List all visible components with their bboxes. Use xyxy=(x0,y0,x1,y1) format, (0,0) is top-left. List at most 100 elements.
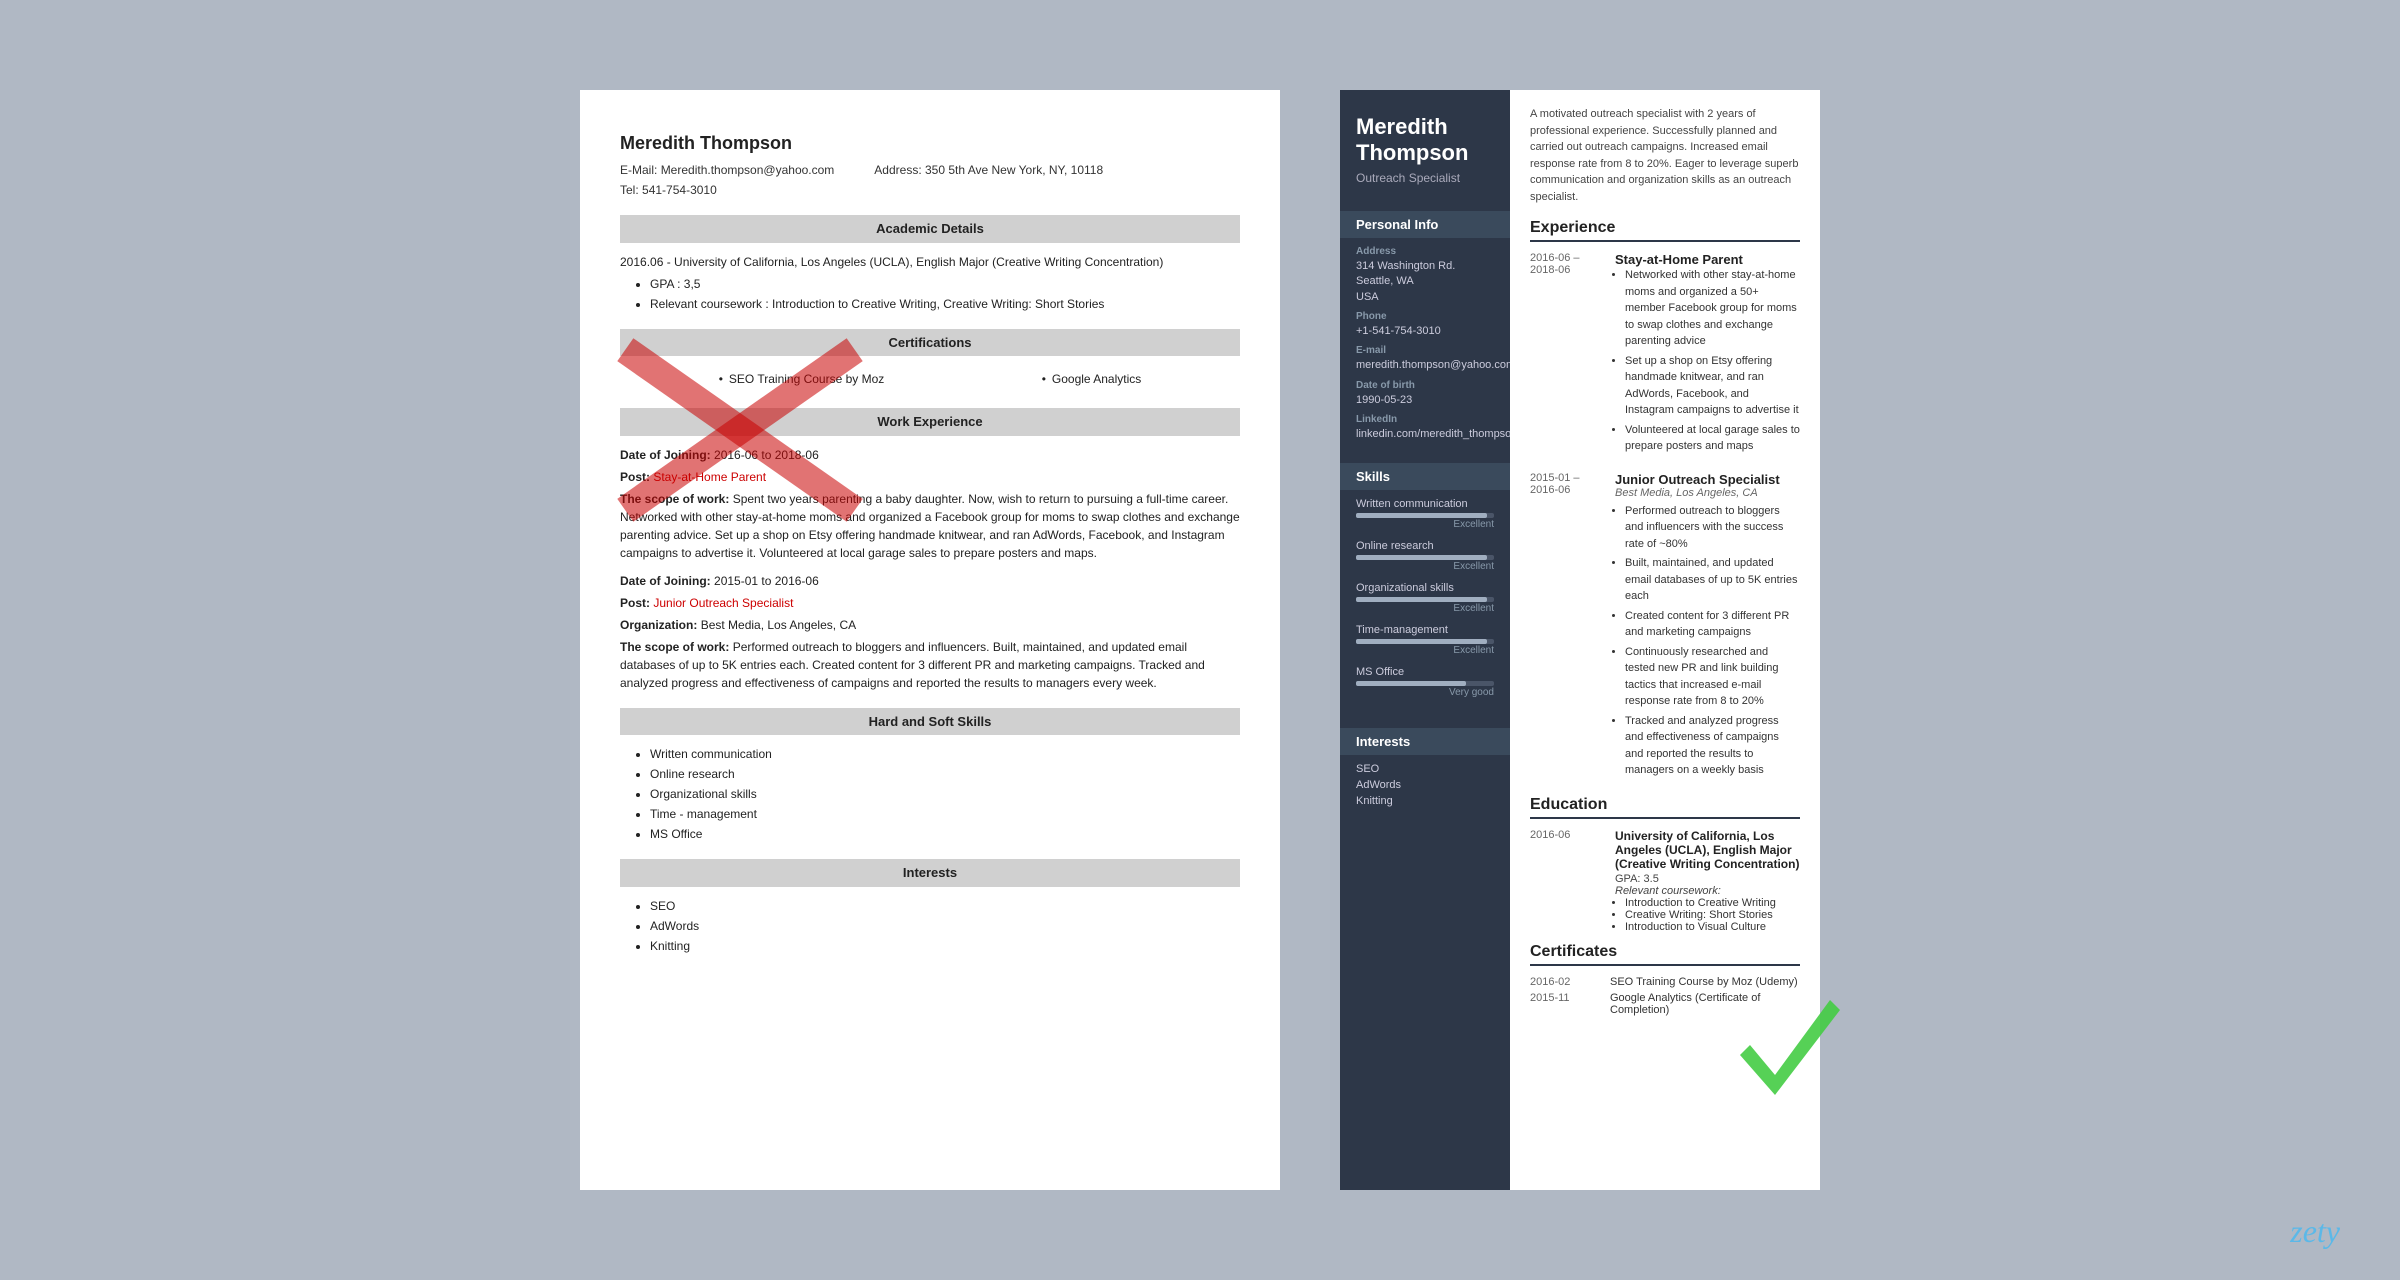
skills-section: Hard and Soft Skills Written communicati… xyxy=(620,708,1240,844)
exp-item-1: 2016-06 –2018-06 Stay-at-Home Parent Net… xyxy=(1530,252,1800,458)
linkedin-value: linkedin.com/meredith_thompson1 xyxy=(1356,427,1494,442)
right-main-content: A motivated outreach specialist with 2 y… xyxy=(1510,90,1820,1190)
work-header: Work Experience xyxy=(620,408,1240,436)
left-address: Address: 350 5th Ave New York, NY, 10118 xyxy=(874,161,1103,179)
cert2-name: Google Analytics (Certificate of Complet… xyxy=(1610,992,1800,1016)
skill-bar-time: Time-management Excellent xyxy=(1356,624,1494,656)
exp1-title: Stay-at-Home Parent xyxy=(1615,252,1800,267)
cert-item-2: 2015-11 Google Analytics (Certificate of… xyxy=(1530,992,1800,1016)
interest-sidebar-1: SEO xyxy=(1356,763,1494,775)
job1-scope: The scope of work: Spent two years paren… xyxy=(620,490,1240,562)
skills-list: Written communication Online research Or… xyxy=(650,745,1240,843)
job2-org: Organization: Best Media, Los Angeles, C… xyxy=(620,616,1240,634)
email-label: E-Mail: xyxy=(620,163,657,177)
job2-scope: The scope of work: Performed outreach to… xyxy=(620,638,1240,692)
certifications-section: Certifications SEO Training Course by Mo… xyxy=(620,329,1240,393)
dob-value: 1990-05-23 xyxy=(1356,393,1494,408)
exp1-dates: 2016-06 –2018-06 xyxy=(1530,252,1610,276)
right-resume-wrapper: Meredith Thompson Outreach Specialist Pe… xyxy=(1340,90,1820,1190)
skills-header: Hard and Soft Skills xyxy=(620,708,1240,736)
certs-row: SEO Training Course by Moz Google Analyt… xyxy=(620,366,1240,392)
academic-coursework: Relevant coursework : Introduction to Cr… xyxy=(650,295,1240,313)
interest-1: SEO xyxy=(650,897,1240,915)
zety-brand: zety xyxy=(2290,1213,2340,1250)
skill-bar-ms: MS Office Very good xyxy=(1356,666,1494,698)
interests-sidebar-title: Interests xyxy=(1340,728,1510,755)
edu-coursework-list: Introduction to Creative Writing Creativ… xyxy=(1625,897,1800,933)
sidebar-name: Meredith Thompson xyxy=(1356,114,1494,167)
personal-info-title: Personal Info xyxy=(1340,211,1510,238)
job1-date: Date of Joining: 2016-06 to 2018-06 xyxy=(620,446,1240,464)
skill-1: Written communication xyxy=(650,745,1240,763)
cert2-date: 2015-11 xyxy=(1530,992,1610,1016)
left-tel: Tel: 541-754-3010 xyxy=(620,181,1240,199)
exp2-title: Junior Outreach Specialist xyxy=(1615,472,1800,487)
exp-item-2: 2015-01 –2016-06 Junior Outreach Special… xyxy=(1530,472,1800,782)
right-resume: Meredith Thompson Outreach Specialist Pe… xyxy=(1340,90,1820,1190)
interests-header: Interests xyxy=(620,859,1240,887)
summary: A motivated outreach specialist with 2 y… xyxy=(1530,106,1800,205)
left-name: Meredith Thompson xyxy=(620,130,1240,157)
interests-sidebar-section: Interests SEO AdWords Knitting xyxy=(1340,718,1510,821)
skill-bar-org: Organizational skills Excellent xyxy=(1356,582,1494,614)
skills-sidebar-section: Skills Written communication Excellent O… xyxy=(1340,453,1510,718)
skill-5: MS Office xyxy=(650,825,1240,843)
job2-date: Date of Joining: 2015-01 to 2016-06 xyxy=(620,572,1240,590)
exp2-company: Best Media, Los Angeles, CA xyxy=(1615,487,1800,499)
skill-4: Time - management xyxy=(650,805,1240,823)
interests-section: Interests SEO AdWords Knitting xyxy=(620,859,1240,955)
dob-label: Date of birth xyxy=(1356,380,1494,391)
cert-2: Google Analytics xyxy=(1042,370,1142,388)
skill-bar-written: Written communication Excellent xyxy=(1356,498,1494,530)
interest-sidebar-3: Knitting xyxy=(1356,795,1494,807)
address-label: Address xyxy=(1356,246,1494,257)
left-resume: Meredith Thompson E-Mail: Meredith.thomp… xyxy=(580,90,1280,1190)
academic-section: Academic Details 2016.06 - University of… xyxy=(620,215,1240,313)
skill-2: Online research xyxy=(650,765,1240,783)
cert1-name: SEO Training Course by Moz (Udemy) xyxy=(1610,976,1798,988)
resume-sidebar: Meredith Thompson Outreach Specialist Pe… xyxy=(1340,90,1510,1190)
edu-item-1: 2016-06 University of California, Los An… xyxy=(1530,829,1800,943)
cert1-date: 2016-02 xyxy=(1530,976,1610,988)
exp1-bullets: Networked with other stay-at-home moms a… xyxy=(1625,267,1800,455)
address-value: 314 Washington Rd. Seattle, WA USA xyxy=(1356,259,1494,305)
edu-gpa: GPA: 3.5 xyxy=(1615,873,1800,885)
skill-3: Organizational skills xyxy=(650,785,1240,803)
exp2-dates: 2015-01 –2016-06 xyxy=(1530,472,1610,496)
sidebar-job-title: Outreach Specialist xyxy=(1356,171,1494,185)
address-value: 350 5th Ave New York, NY, 10118 xyxy=(925,163,1103,177)
left-email: E-Mail: Meredith.thompson@yahoo.com xyxy=(620,161,834,179)
interest-3: Knitting xyxy=(650,937,1240,955)
left-contact: E-Mail: Meredith.thompson@yahoo.com Addr… xyxy=(620,161,1240,179)
phone-value: +1-541-754-3010 xyxy=(1356,324,1494,339)
academic-entry: 2016.06 - University of California, Los … xyxy=(620,253,1240,271)
edu-content: University of California, Los Angeles (U… xyxy=(1615,829,1800,933)
edu-dates: 2016-06 xyxy=(1530,829,1610,841)
job2-post: Post: Junior Outreach Specialist xyxy=(620,594,1240,612)
job1-post: Post: Stay-at-Home Parent xyxy=(620,468,1240,486)
email-value: meredith.thompson@yahoo.com xyxy=(1356,358,1494,373)
edu-title: University of California, Los Angeles (U… xyxy=(1615,829,1800,871)
phone-label: Phone xyxy=(1356,311,1494,322)
exp2-content: Junior Outreach Specialist Best Media, L… xyxy=(1615,472,1800,779)
address-label: Address: xyxy=(874,163,921,177)
exp1-content: Stay-at-Home Parent Networked with other… xyxy=(1615,252,1800,455)
academic-header: Academic Details xyxy=(620,215,1240,243)
skills-sidebar-title: Skills xyxy=(1340,463,1510,490)
personal-info-section: Personal Info Address 314 Washington Rd.… xyxy=(1340,201,1510,453)
linkedin-label: LinkedIn xyxy=(1356,414,1494,425)
cert-item-1: 2016-02 SEO Training Course by Moz (Udem… xyxy=(1530,976,1800,988)
edu-coursework-label: Relevant coursework: xyxy=(1615,885,1800,897)
cert-1: SEO Training Course by Moz xyxy=(719,370,885,388)
work-section: Work Experience Date of Joining: 2016-06… xyxy=(620,408,1240,692)
sidebar-header: Meredith Thompson Outreach Specialist xyxy=(1340,90,1510,201)
interests-list: SEO AdWords Knitting xyxy=(650,897,1240,955)
experience-title: Experience xyxy=(1530,219,1800,242)
email-value: Meredith.thompson@yahoo.com xyxy=(661,163,835,177)
certificates-title: Certificates xyxy=(1530,943,1800,966)
education-title: Education xyxy=(1530,796,1800,819)
skill-bar-online: Online research Excellent xyxy=(1356,540,1494,572)
interest-2: AdWords xyxy=(650,917,1240,935)
academic-gpa: GPA : 3,5 xyxy=(650,275,1240,293)
email-label: E-mail xyxy=(1356,345,1494,356)
